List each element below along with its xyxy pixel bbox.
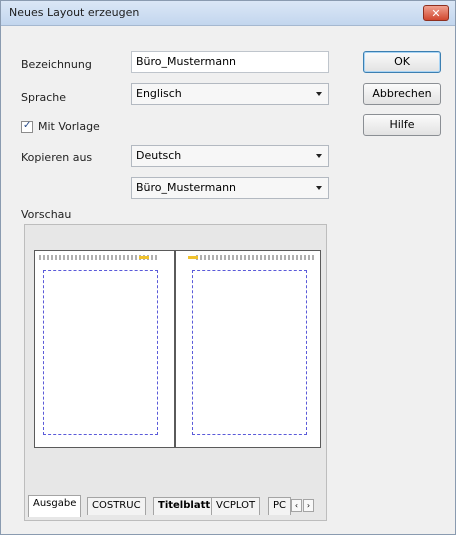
help-button[interactable]: Hilfe — [363, 114, 441, 136]
kopieren-label: Kopieren aus — [21, 151, 93, 164]
tab-vcplot[interactable]: VCPLOT — [211, 497, 261, 515]
preview-tabs: Ausgabe COSTRUC Titelblatt VCPLOT PC ‹ › — [25, 487, 326, 521]
mit-vorlage-checkbox[interactable]: ✓ — [21, 120, 33, 133]
tab-ausgabe[interactable]: Ausgabe — [28, 495, 82, 517]
preview-page-left — [35, 251, 176, 447]
tab-pc[interactable]: PC — [268, 497, 292, 515]
sprache-select[interactable]: Englisch — [131, 83, 329, 105]
tab-titelblatt[interactable]: Titelblatt — [153, 497, 216, 515]
chevron-down-icon — [316, 154, 322, 158]
kopieren-select[interactable]: Deutsch — [131, 145, 329, 167]
cancel-button[interactable]: Abbrechen — [363, 83, 441, 105]
bezeichnung-field[interactable]: Büro_Mustermann — [131, 51, 329, 73]
close-button[interactable]: ✕ — [423, 5, 449, 21]
tab-costruc[interactable]: COSTRUC — [87, 497, 146, 515]
vorschau-label: Vorschau — [21, 208, 72, 221]
scroll-left-icon[interactable]: ‹ — [291, 499, 302, 512]
preview-page-frame — [34, 250, 321, 448]
kopieren-layout-value: Büro_Mustermann — [136, 181, 237, 194]
sprache-select-value: Englisch — [136, 87, 182, 100]
sprache-label: Sprache — [21, 91, 67, 104]
preview-marker — [188, 256, 198, 259]
kopieren-layout-select[interactable]: Büro_Mustermann — [131, 177, 329, 199]
preview-marker — [139, 256, 149, 259]
checkmark-icon: ✓ — [23, 120, 32, 131]
preview-print-area — [192, 270, 307, 435]
chevron-down-icon — [316, 186, 322, 190]
bezeichnung-label: Bezeichnung — [21, 58, 92, 71]
scroll-right-icon[interactable]: › — [303, 499, 314, 512]
ok-button[interactable]: OK — [363, 51, 441, 73]
preview-header-strip — [196, 255, 314, 260]
kopieren-select-value: Deutsch — [136, 149, 182, 162]
window-title: Neues Layout erzeugen — [9, 6, 140, 19]
preview-print-area — [43, 270, 158, 435]
mit-vorlage-label: Mit Vorlage — [38, 120, 100, 133]
preview-panel: Ausgabe COSTRUC Titelblatt VCPLOT PC ‹ › — [24, 224, 327, 521]
title-bar: Neues Layout erzeugen ✕ — [1, 1, 455, 26]
preview-page-right — [178, 251, 320, 447]
chevron-down-icon — [316, 92, 322, 96]
dialog-window: Neues Layout erzeugen ✕ Bezeichnung Büro… — [0, 0, 456, 535]
